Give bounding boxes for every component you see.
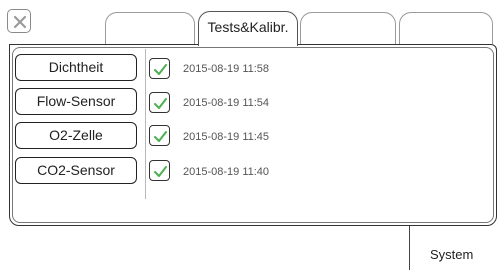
tab-3[interactable] [300, 12, 396, 44]
column-divider [145, 49, 146, 199]
timestamp: 2015-08-19 11:40 [183, 166, 270, 178]
tab-1[interactable] [105, 12, 195, 44]
check-icon [154, 166, 167, 177]
status-check [149, 58, 170, 79]
tab-system-label: System [430, 247, 474, 262]
tab-system[interactable]: System [409, 226, 499, 270]
tab-tests-kalibr[interactable]: Tests&Kalibr. [198, 11, 298, 46]
status-check [149, 92, 170, 113]
check-icon [154, 64, 167, 75]
close-icon [13, 15, 27, 29]
test-button-co2-sensor[interactable]: CO2-Sensor [15, 157, 137, 184]
timestamp: 2015-08-19 11:45 [183, 131, 270, 143]
test-button-flow-sensor[interactable]: Flow-Sensor [15, 88, 137, 115]
test-button-o2-zelle[interactable]: O2-Zelle [15, 122, 137, 149]
status-check [149, 160, 170, 181]
timestamp: 2015-08-19 11:58 [183, 63, 270, 75]
check-icon [154, 131, 167, 142]
timestamp: 2015-08-19 11:54 [183, 97, 270, 109]
close-button[interactable] [7, 9, 31, 33]
check-icon [154, 98, 167, 109]
tab-4[interactable] [399, 12, 493, 44]
test-button-dichtheit[interactable]: Dichtheit [15, 54, 137, 81]
status-check [149, 125, 170, 146]
